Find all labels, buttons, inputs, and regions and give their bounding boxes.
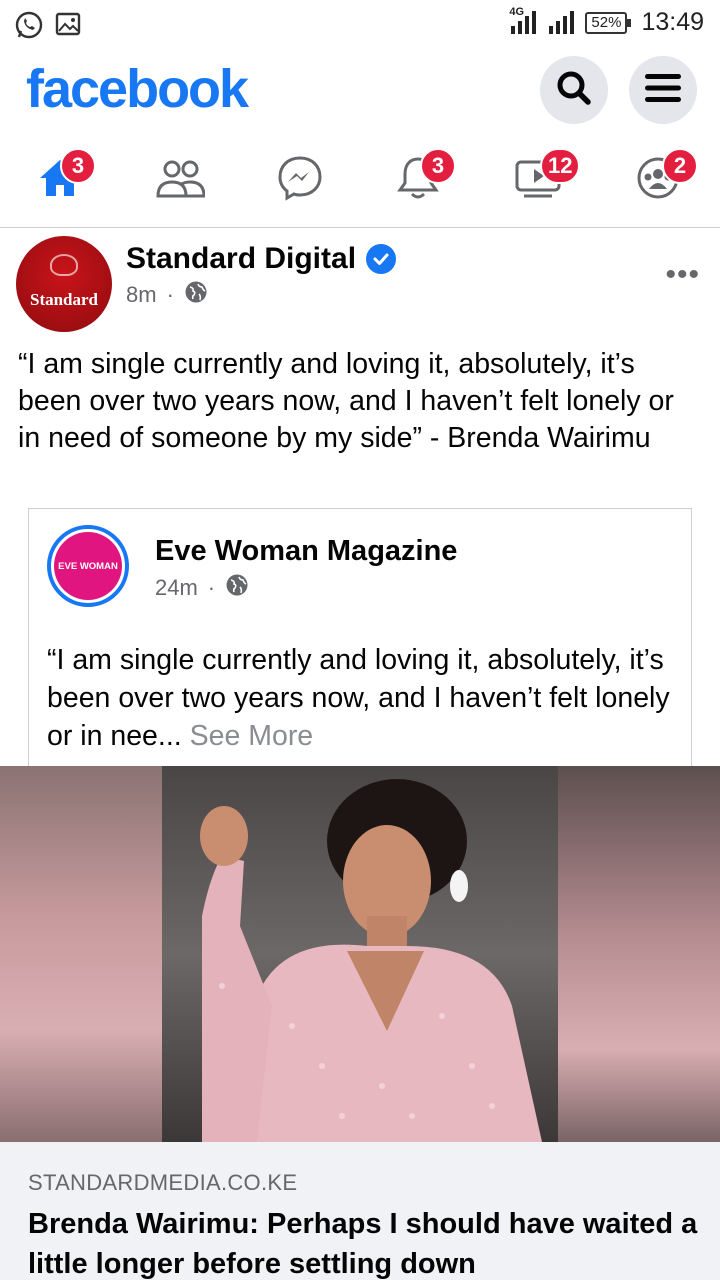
watch-badge: 12 <box>540 148 581 184</box>
link-headline[interactable]: Brenda Wairimu: Perhaps I should have wa… <box>28 1204 698 1280</box>
shared-post-text: “I am single currently and loving it, ab… <box>47 644 670 752</box>
shared-post-meta: 24m · <box>155 573 249 603</box>
see-more-link[interactable]: See More <box>190 720 314 752</box>
search-icon <box>554 68 594 113</box>
facebook-logo[interactable]: facebook <box>26 58 249 120</box>
more-options-icon[interactable]: ••• <box>665 258 700 292</box>
post-meta: 8m · <box>126 280 208 310</box>
globe-icon <box>225 573 249 603</box>
link-preview[interactable]: STANDARDMEDIA.CO.KE Brenda Wairimu: Perh… <box>0 1142 720 1280</box>
tab-bar: 3 3 12 2 <box>0 140 720 228</box>
home-badge: 3 <box>60 148 96 184</box>
battery-indicator: 52% <box>585 11 632 34</box>
tab-notifications[interactable]: 3 <box>378 148 458 210</box>
groups-badge: 2 <box>662 148 698 184</box>
tab-groups[interactable]: 2 <box>618 148 698 210</box>
shared-post-author[interactable]: Eve Woman Magazine <box>155 535 457 568</box>
signal-4g-icon: 4G <box>509 6 539 36</box>
status-bar: 4G 52% 13:49 <box>0 0 720 48</box>
link-domain: STANDARDMEDIA.CO.KE <box>28 1170 298 1195</box>
clock: 13:49 <box>641 8 704 36</box>
post-time[interactable]: 8m <box>126 282 157 308</box>
post-header: Standard Standard Digital 8m · ••• <box>0 230 720 340</box>
post-text: “I am single currently and loving it, ab… <box>18 348 674 454</box>
tab-watch[interactable]: 12 <box>498 148 581 210</box>
globe-icon <box>184 280 208 310</box>
hamburger-menu-icon <box>643 70 683 111</box>
post-photo[interactable] <box>0 766 720 1142</box>
friends-icon <box>155 156 206 205</box>
tab-messenger[interactable] <box>260 150 340 210</box>
whatsapp-icon <box>14 10 44 45</box>
crest-logo <box>50 254 78 276</box>
menu-button[interactable] <box>629 56 697 124</box>
eve-woman-avatar[interactable]: EVE WOMAN <box>47 525 129 607</box>
search-button[interactable] <box>540 56 608 124</box>
verified-badge-icon <box>366 244 397 274</box>
tab-friends[interactable] <box>140 150 220 210</box>
post-author[interactable]: Standard Digital <box>126 242 397 276</box>
gallery-icon <box>54 10 82 45</box>
tab-home[interactable]: 3 <box>20 148 100 210</box>
shared-post-card[interactable]: EVE WOMAN Eve Woman Magazine 24m · “I am… <box>28 508 692 768</box>
signal-icon <box>547 10 577 36</box>
standard-digital-avatar[interactable]: Standard <box>16 236 112 332</box>
messenger-icon <box>277 155 323 206</box>
app-header: facebook <box>0 52 720 130</box>
notifications-badge: 3 <box>420 148 456 184</box>
shared-post-time[interactable]: 24m <box>155 575 198 601</box>
